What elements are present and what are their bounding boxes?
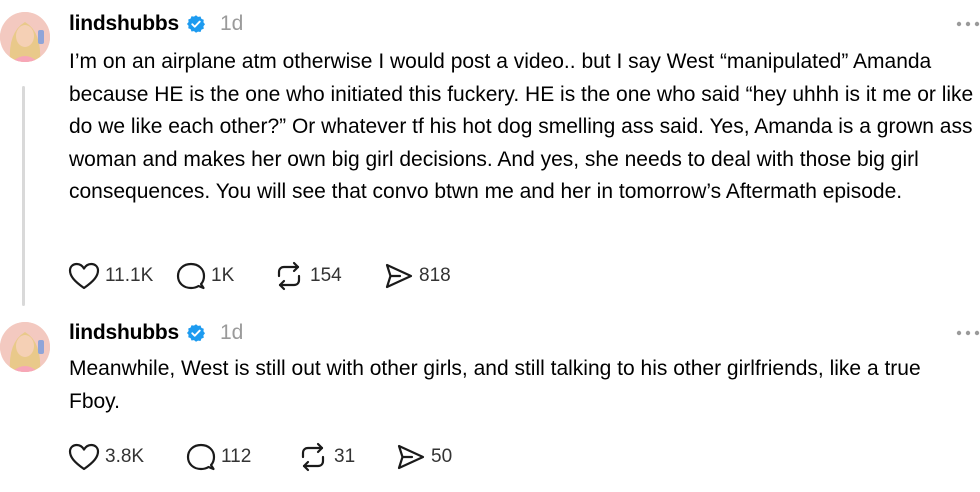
verified-badge-icon xyxy=(186,323,206,343)
repost-button[interactable]: 154 xyxy=(273,261,384,291)
post-actions: 11.1K 1K 154 818 xyxy=(68,260,474,292)
repost-icon xyxy=(297,442,329,472)
repost-count: 154 xyxy=(310,265,342,286)
reply-count: 112 xyxy=(221,446,252,467)
like-count: 3.8K xyxy=(105,446,145,467)
share-button[interactable]: 50 xyxy=(396,443,476,471)
post-text: Meanwhile, West is still out with other … xyxy=(69,357,921,413)
post-time: 1d xyxy=(220,321,244,344)
avatar[interactable] xyxy=(0,12,50,62)
repost-icon xyxy=(273,261,305,291)
heart-icon xyxy=(68,443,100,471)
like-button[interactable]: 3.8K xyxy=(68,443,186,471)
thread-post: lindshubbs 1d I’m on an airplane atm oth… xyxy=(0,0,980,310)
post-text: I’m on an airplane atm otherwise I would… xyxy=(69,50,974,204)
speech-bubble-icon xyxy=(186,442,216,472)
reply-button[interactable]: 1K xyxy=(176,261,273,291)
reply-button[interactable]: 112 xyxy=(186,442,297,472)
thread-post: lindshubbs 1d Meanwhile, West is still o… xyxy=(0,316,980,492)
share-button[interactable]: 818 xyxy=(384,262,474,290)
repost-count: 31 xyxy=(334,446,356,467)
post-time: 1d xyxy=(220,12,244,35)
share-count: 818 xyxy=(419,265,451,286)
avatar[interactable] xyxy=(0,322,50,372)
like-count: 11.1K xyxy=(105,265,154,286)
share-count: 50 xyxy=(431,446,453,467)
reply-count: 1K xyxy=(211,265,235,286)
post-header: lindshubbs 1d xyxy=(69,319,243,347)
post-header: lindshubbs 1d xyxy=(69,10,243,38)
heart-icon xyxy=(68,262,100,290)
thread-connector-line xyxy=(22,86,25,306)
post-actions: 3.8K 112 31 50 xyxy=(68,441,476,473)
like-button[interactable]: 11.1K xyxy=(68,262,176,290)
more-horizontal-icon[interactable] xyxy=(956,14,980,34)
more-horizontal-icon[interactable] xyxy=(956,323,980,343)
send-icon xyxy=(384,262,414,290)
username[interactable]: lindshubbs xyxy=(69,321,179,345)
username[interactable]: lindshubbs xyxy=(69,12,179,36)
send-icon xyxy=(396,443,426,471)
repost-button[interactable]: 31 xyxy=(297,442,396,472)
speech-bubble-icon xyxy=(176,261,206,291)
verified-badge-icon xyxy=(186,14,206,34)
